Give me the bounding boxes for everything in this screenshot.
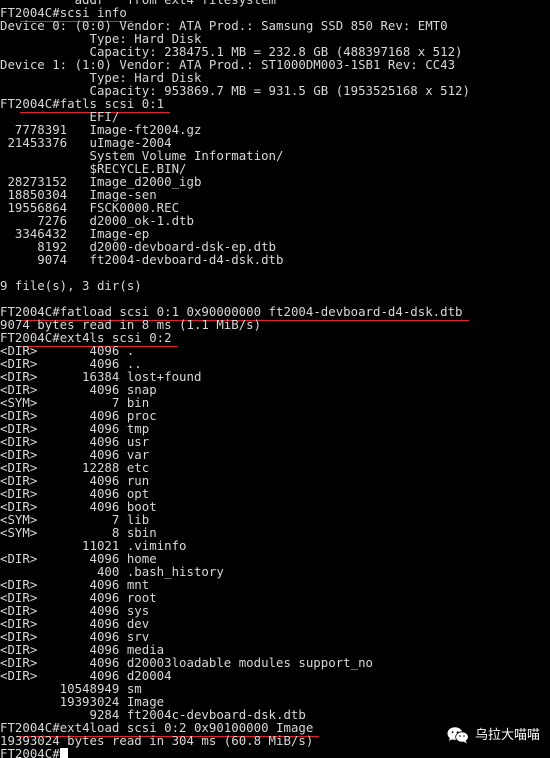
prompt: FT2004C#: [0, 746, 60, 758]
watermark: 乌拉大喵喵: [447, 726, 540, 744]
watermark-label: 乌拉大喵喵: [474, 727, 540, 743]
wechat-icon: [447, 726, 469, 744]
prompt-line: FT2004C#: [0, 747, 550, 758]
terminal-window[interactable]: addr from ext4 filesystemFT2004C#scsi in…: [0, 0, 550, 758]
text-cursor: [59, 748, 68, 758]
output-line: 9074 ft2004-devboard-d4-dsk.dtb: [0, 252, 284, 267]
terminal-output: addr from ext4 filesystemFT2004C#scsi in…: [0, 0, 550, 758]
output-line: 9 file(s), 3 dir(s): [0, 278, 142, 293]
